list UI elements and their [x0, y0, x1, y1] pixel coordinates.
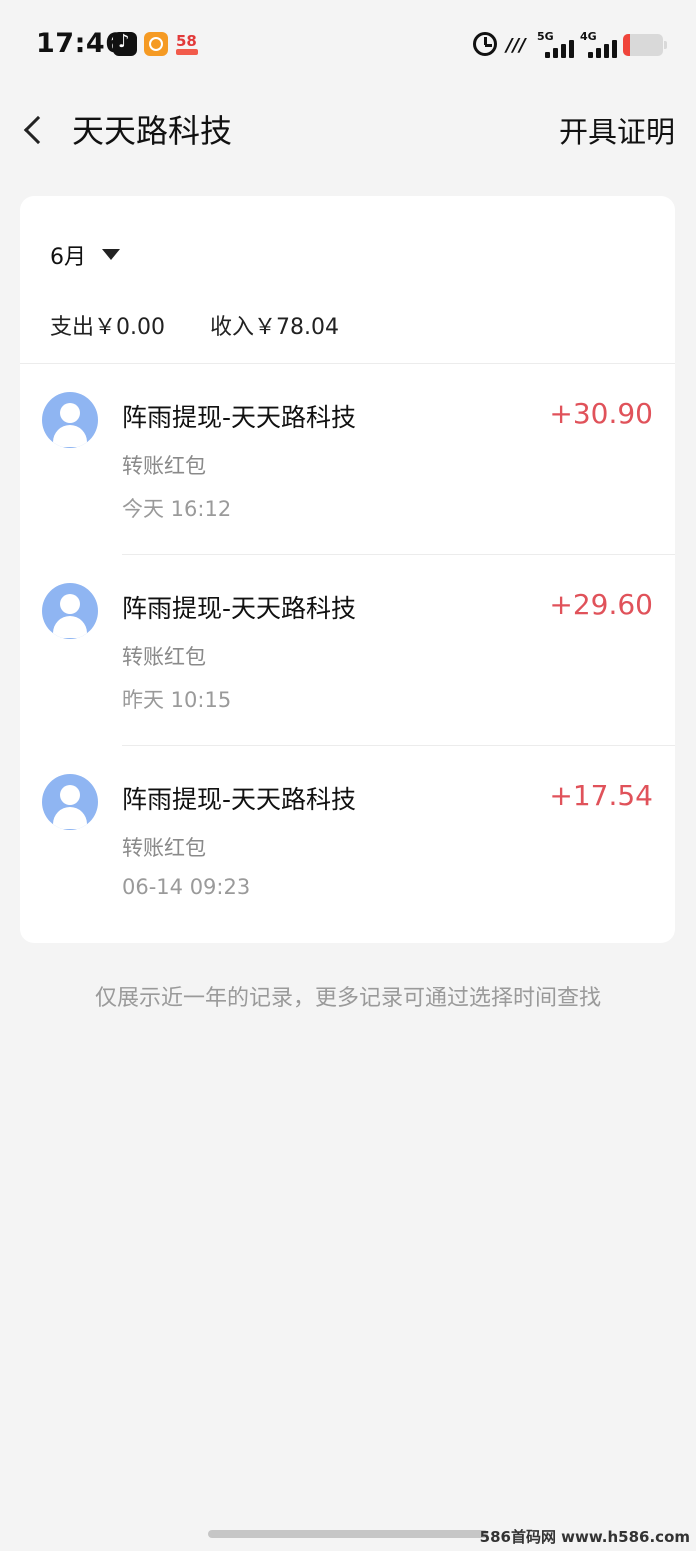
avatar: [42, 583, 98, 639]
transaction-time: 06-14 09:23: [122, 875, 251, 899]
person-icon: [60, 403, 80, 423]
expense-total: 支出￥0.00: [50, 315, 165, 340]
transaction-amount: +17.54: [549, 779, 653, 812]
music-app-icon: [144, 32, 168, 56]
signal-4g-icon: 4G: [580, 30, 624, 60]
transaction-type: 转账红包: [122, 454, 206, 478]
signal-5g-icon: 5G: [537, 30, 581, 60]
person-icon: [60, 594, 80, 614]
avatar: [42, 392, 98, 448]
page-title: 天天路科技: [72, 112, 233, 150]
avatar: [42, 774, 98, 830]
tiktok-app-icon: [113, 31, 137, 56]
transaction-amount: +29.60: [549, 588, 653, 621]
status-time: 17:46: [36, 28, 125, 59]
issue-certificate-button[interactable]: 开具证明: [559, 109, 675, 151]
watermark: 586首码网 www.h586.com: [479, 1528, 690, 1546]
person-icon: [60, 785, 80, 805]
transactions-card: 6月 支出￥0.00 收入￥78.04 阵雨提现-天天路科技 转账红包 今天 1…: [20, 196, 675, 943]
records-note: 仅展示近一年的记录，更多记录可通过选择时间查找: [94, 986, 601, 1011]
status-bar: 17:46 58 /// 5G 4G: [0, 0, 696, 92]
transaction-time: 今天 16:12: [122, 497, 232, 521]
hd-icon: ///: [506, 35, 526, 56]
nav-bar: 天天路科技 开具证明: [0, 92, 696, 162]
home-indicator[interactable]: [208, 1530, 488, 1538]
back-button[interactable]: [16, 100, 60, 156]
transaction-amount: +30.90: [549, 397, 653, 430]
page: 17:46 58 /// 5G 4G: [0, 0, 696, 1551]
transaction-type: 转账红包: [122, 836, 206, 860]
transaction-name: 阵雨提现-天天路科技: [122, 594, 357, 623]
transaction-time: 昨天 10:15: [122, 688, 232, 712]
transaction-row[interactable]: 阵雨提现-天天路科技 转账红包 今天 16:12 +30.90: [20, 364, 675, 555]
battery-icon: [623, 34, 667, 56]
month-selector[interactable]: 6月: [50, 239, 120, 271]
transaction-row[interactable]: 阵雨提现-天天路科技 转账红包 昨天 10:15 +29.60: [20, 555, 675, 746]
58-app-icon: 58: [175, 32, 199, 56]
alarm-icon: [473, 32, 497, 56]
transaction-name: 阵雨提现-天天路科技: [122, 403, 357, 432]
income-total: 收入￥78.04: [210, 315, 339, 340]
transaction-name: 阵雨提现-天天路科技: [122, 785, 357, 814]
month-summary: 支出￥0.00 收入￥78.04: [50, 309, 377, 341]
caret-down-icon: [102, 249, 120, 260]
transaction-type: 转账红包: [122, 645, 206, 669]
transaction-row[interactable]: 阵雨提现-天天路科技 转账红包 06-14 09:23 +17.54: [20, 746, 675, 937]
month-label: 6月: [50, 245, 86, 270]
chevron-left-icon: [23, 115, 53, 145]
transaction-list: 阵雨提现-天天路科技 转账红包 今天 16:12 +30.90 阵雨提现-天天路…: [20, 364, 675, 937]
